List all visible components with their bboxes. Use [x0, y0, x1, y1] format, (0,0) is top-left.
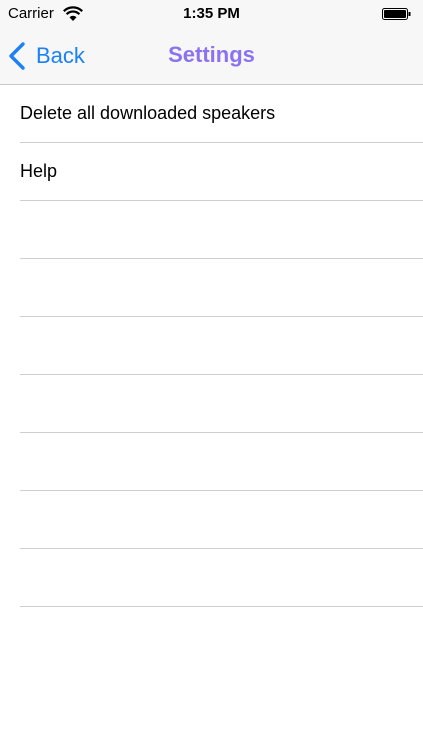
- list-item-label: Delete all downloaded speakers: [20, 103, 276, 123]
- list-item-empty: [0, 201, 423, 259]
- list-item-empty: [0, 491, 423, 549]
- status-bar: Carrier 1:35 PM: [0, 0, 423, 28]
- list-item-help[interactable]: Help: [0, 143, 423, 201]
- top-bar: Carrier 1:35 PM Back Settings: [0, 0, 423, 85]
- list-item-empty: [0, 317, 423, 375]
- row-divider: [20, 606, 423, 607]
- battery-icon: [382, 8, 411, 20]
- list-item-delete-speakers[interactable]: Delete all downloaded speakers: [0, 85, 423, 143]
- status-time: 1:35 PM: [183, 5, 240, 22]
- list-item-empty: [0, 433, 423, 491]
- list-item-empty: [0, 549, 423, 607]
- list-item-empty: [0, 375, 423, 433]
- list-item-empty: [0, 259, 423, 317]
- page-title: Settings: [168, 42, 255, 67]
- list-item-label: Help: [20, 161, 58, 181]
- navigation-bar: Back Settings: [0, 28, 423, 84]
- settings-list: Delete all downloaded speakers Help: [0, 85, 423, 607]
